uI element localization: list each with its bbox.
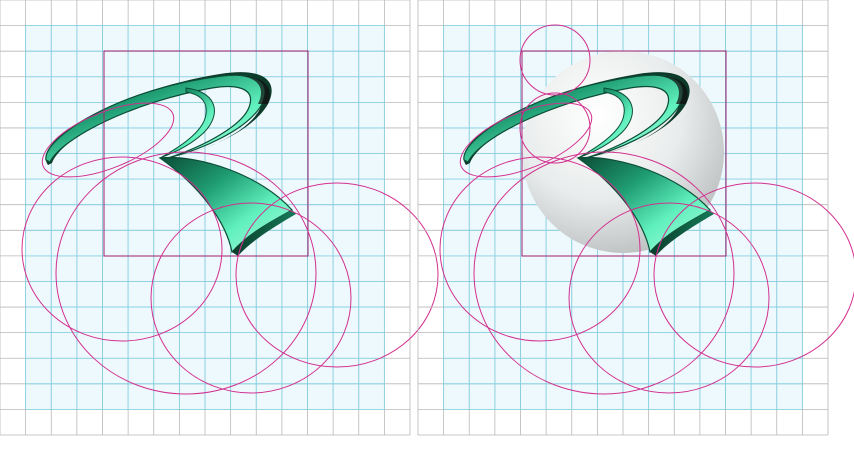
panel-construction-grid-with-sphere — [417, 0, 854, 436]
panel-construction-grid — [0, 0, 439, 436]
grid — [0, 0, 411, 436]
construction-diagram — [0, 0, 854, 436]
